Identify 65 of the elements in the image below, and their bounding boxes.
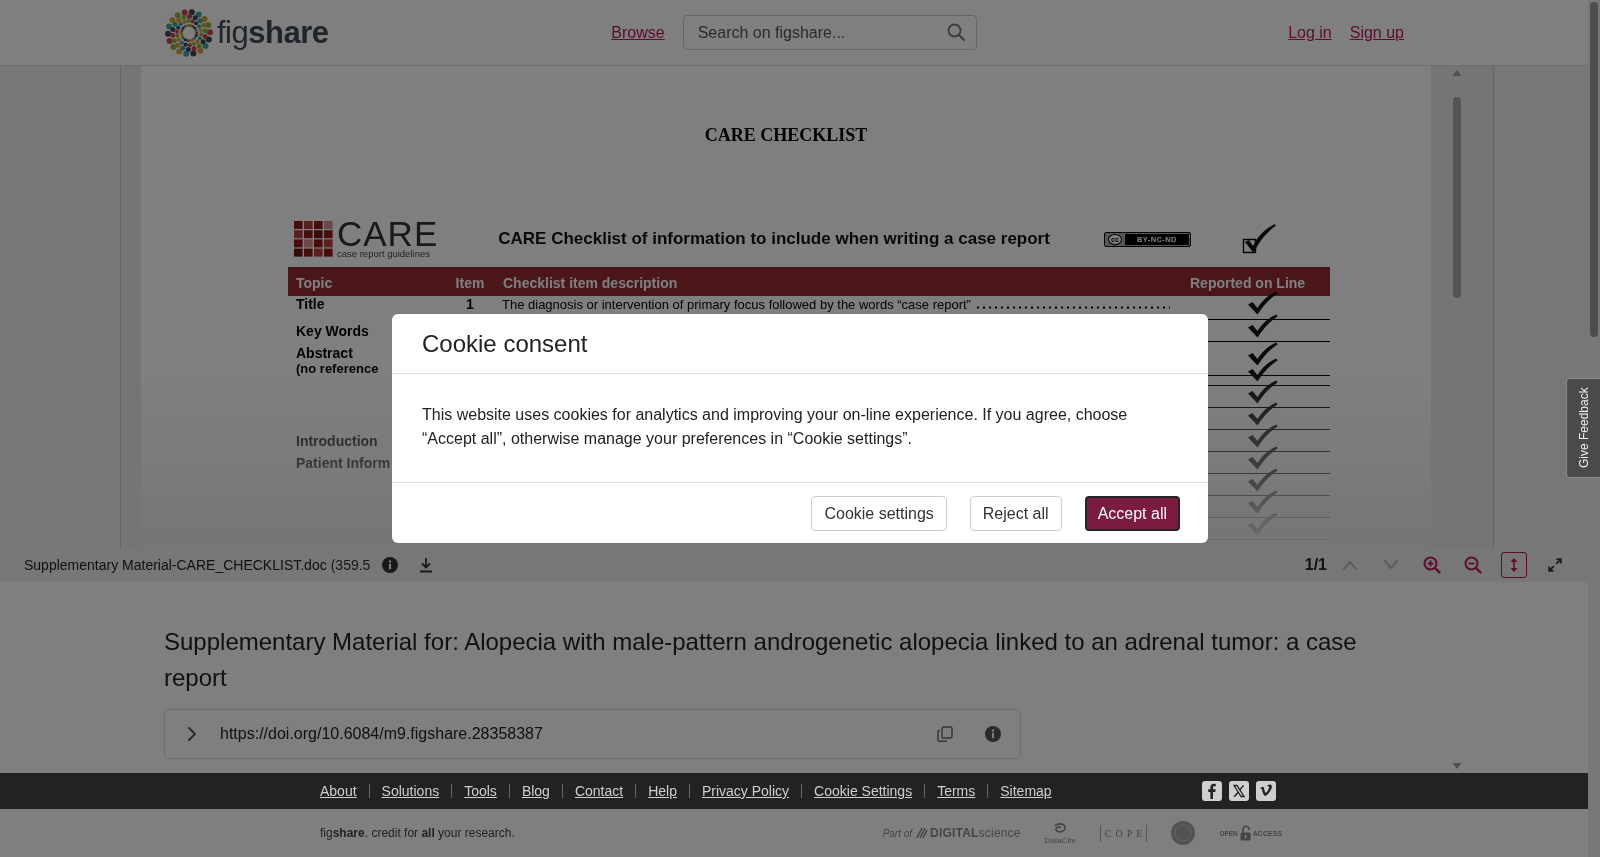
stripes-icon: [916, 827, 929, 839]
item-title: Supplementary Material for: Alopecia with male-pattern androgenetic alopecia linked to an adrenal tumor: a case report: [164, 627, 1358, 693]
dialog-button[interactable]: Cookie settings: [811, 496, 947, 531]
footer-link[interactable]: Sitemap: [1000, 783, 1052, 799]
search-field[interactable]: Search on figshare...: [682, 15, 977, 50]
x-icon[interactable]: [1229, 781, 1249, 801]
logo-text[interactable]: figshare: [217, 17, 329, 48]
file-size: (359.5: [330, 557, 371, 573]
page-indicator: 1/1: [1304, 556, 1327, 574]
dialog-button[interactable]: Reject all: [969, 496, 1062, 531]
dialog-title: Cookie consent: [422, 328, 588, 359]
expand-icon: [1548, 558, 1562, 572]
checklist-description: The diagnosis or intervention of primary focus followed by the words “case report”: [502, 296, 971, 313]
checklist-heading: CARE Checklist of information to include when writing a case report: [498, 229, 1050, 249]
squares-logo-icon: [294, 221, 333, 257]
logo-wordmark: CARE: [337, 219, 439, 249]
footer-link[interactable]: Tools: [464, 783, 497, 799]
download-icon[interactable]: [418, 557, 435, 573]
checklist-note: (no reference: [296, 361, 379, 376]
fit-height-button[interactable]: [1501, 552, 1527, 578]
checklist-topic: Patient Inform: [296, 455, 391, 471]
feedback-tab[interactable]: Give Feedback: [1566, 378, 1600, 478]
chevron-down-icon: [1383, 559, 1399, 571]
footer-link[interactable]: Solutions: [381, 783, 440, 799]
footer-link[interactable]: Cookie Settings: [814, 783, 913, 799]
vertical-arrows-icon: [1509, 557, 1519, 573]
vimeo-icon[interactable]: [1256, 781, 1276, 801]
file-name: Supplementary Material-CARE_CHECKLIST.doc: [24, 557, 327, 573]
info-icon[interactable]: [985, 726, 1001, 742]
column-header: Checklist item description: [503, 275, 678, 291]
chevron-right-icon[interactable]: [187, 726, 197, 742]
column-header: Reported on Line: [1190, 275, 1306, 291]
logo-icon[interactable]: [164, 7, 214, 58]
zoom-in-icon: [1423, 556, 1441, 574]
document-title: CARE CHECKLIST: [704, 124, 868, 146]
footer-link[interactable]: Help: [648, 783, 677, 799]
column-header: Topic: [296, 275, 333, 291]
partner-name: COPE: [1099, 824, 1148, 842]
zoom-out-icon: [1464, 556, 1482, 574]
info-icon[interactable]: [382, 557, 399, 573]
item-number: 1: [466, 296, 474, 312]
doi-url: https://doi.org/10.6084/m9.figshare.28358387: [220, 725, 543, 743]
dialog-button[interactable]: Accept all: [1084, 496, 1180, 531]
logo-tagline: case report guidelines: [337, 249, 431, 259]
column-header: Item: [455, 275, 485, 291]
footer-link[interactable]: Contact: [574, 783, 624, 799]
checklist-topic: Key Words: [296, 323, 369, 339]
search-icon[interactable]: [946, 23, 965, 41]
checklist-topic: Title: [296, 296, 325, 312]
footer-link[interactable]: Blog: [521, 783, 550, 799]
chevron-up-icon: [1342, 559, 1358, 571]
footer-link[interactable]: About: [320, 783, 357, 799]
dialog-message: This website uses cookies for analytics and improving your on-line experience. If you agree, choose “Accept all”, otherwise manage your preferences in “Cookie settings”.: [422, 405, 1129, 449]
open-lock-icon: [1239, 825, 1251, 841]
footer-link[interactable]: Terms: [937, 783, 976, 799]
checklist-topic: Abstract: [296, 345, 353, 361]
footer-link[interactable]: Privacy Policy: [701, 783, 790, 799]
facebook-icon[interactable]: [1202, 781, 1222, 801]
swirl-icon: [1052, 821, 1069, 836]
copy-icon[interactable]: [937, 726, 953, 742]
scrollbar[interactable]: [1451, 69, 1463, 770]
partner-name: DIGITALscience: [930, 826, 1021, 840]
seal-icon: [1171, 821, 1196, 845]
footer-tagline: figshare. credit for all your research.: [320, 826, 515, 840]
checklist-topic: Introduction: [296, 433, 378, 449]
